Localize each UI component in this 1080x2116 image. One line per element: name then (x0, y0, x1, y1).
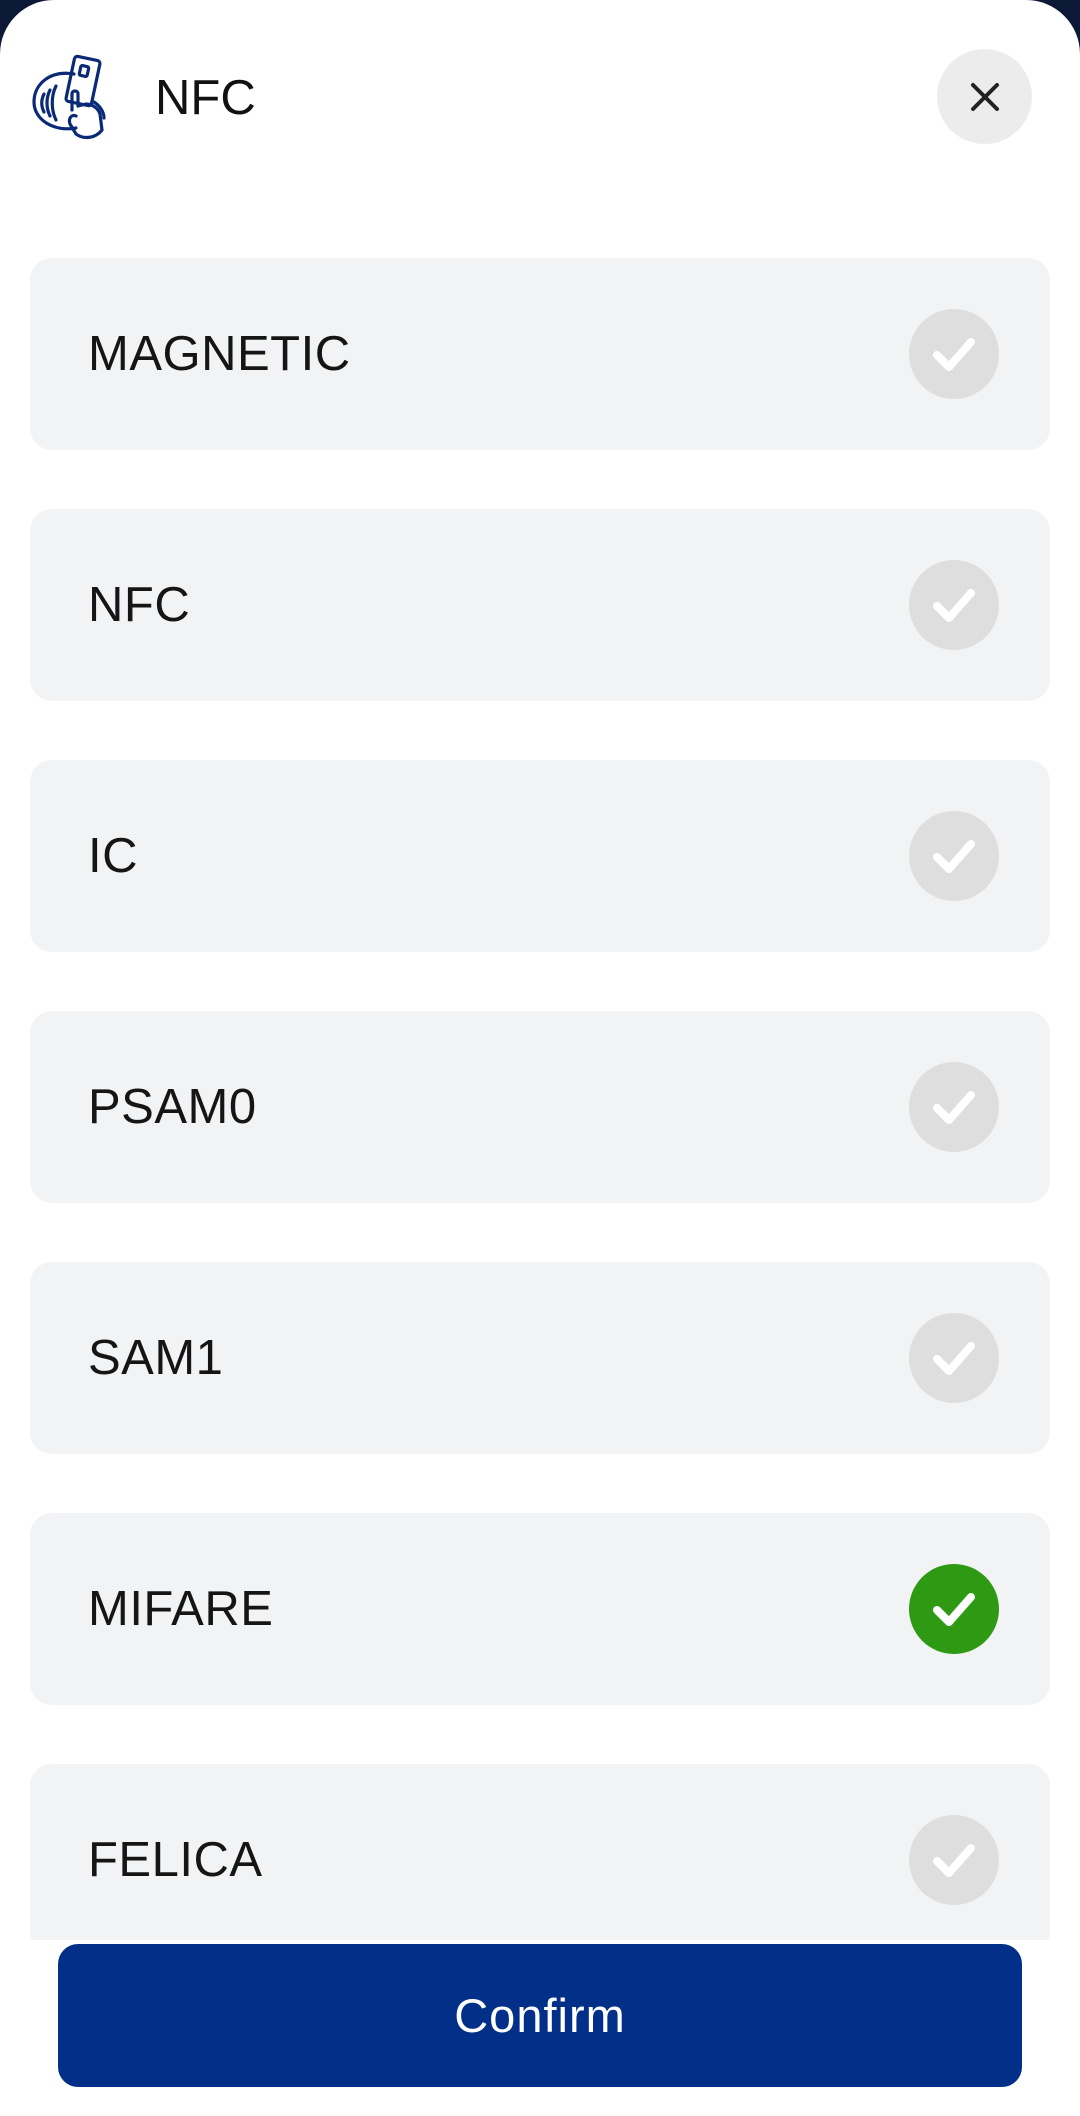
page-title: NFC (155, 71, 256, 125)
option-label: MAGNETIC (88, 327, 351, 381)
check-icon (909, 1313, 999, 1403)
option-label: IC (88, 829, 138, 883)
check-icon (909, 811, 999, 901)
option-label: SAM1 (88, 1331, 224, 1385)
option-ic[interactable]: IC (30, 760, 1050, 952)
bottom-sheet: NFC MAGNETIC NFC IC PSAM0 SAM1 MIFARE FE… (0, 0, 1080, 2116)
close-button[interactable] (937, 49, 1032, 144)
confirm-button[interactable]: Confirm (58, 1944, 1022, 2087)
sheet-header: NFC (0, 0, 1080, 200)
option-label: FELICA (88, 1833, 263, 1887)
option-label: NFC (88, 578, 191, 632)
option-psam0[interactable]: PSAM0 (30, 1011, 1050, 1203)
check-icon (909, 560, 999, 650)
check-icon-selected (909, 1564, 999, 1654)
option-sam1[interactable]: SAM1 (30, 1262, 1050, 1454)
option-felica[interactable]: FELICA (30, 1764, 1050, 1956)
card-type-list: MAGNETIC NFC IC PSAM0 SAM1 MIFARE FELICA (30, 258, 1050, 2015)
option-label: MIFARE (88, 1582, 274, 1636)
contactless-card-icon (30, 54, 118, 142)
option-mifare[interactable]: MIFARE (30, 1513, 1050, 1705)
option-nfc[interactable]: NFC (30, 509, 1050, 701)
check-icon (909, 1815, 999, 1905)
check-icon (909, 309, 999, 399)
check-icon (909, 1062, 999, 1152)
option-label: PSAM0 (88, 1080, 257, 1134)
close-icon (970, 82, 999, 111)
option-magnetic[interactable]: MAGNETIC (30, 258, 1050, 450)
